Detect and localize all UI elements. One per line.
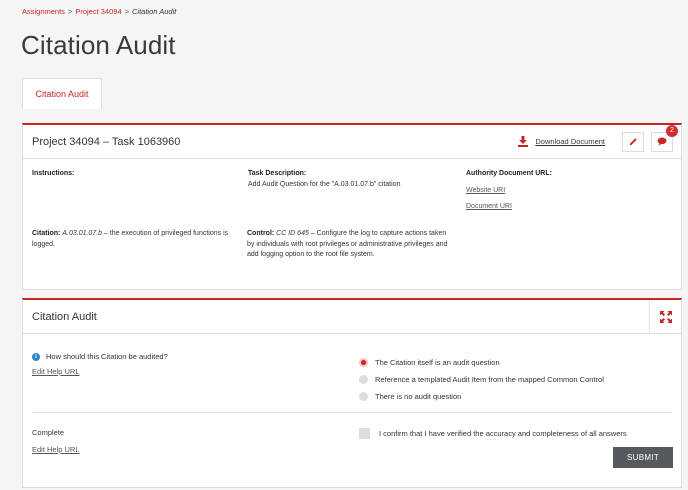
citation-label: Citation: [32,230,61,237]
task-description-label: Task Description: [248,170,307,177]
complete-block: Complete Edit Help URL [32,428,80,454]
control-cell: Control: CC ID 645 – Configure the log t… [247,229,449,261]
breadcrumb-separator: > [67,7,73,16]
document-uri-link[interactable]: Document URI [466,202,666,213]
confirm-label: I confirm that I have verified the accur… [379,429,627,438]
task-card-title: Project 34094 – Task 1063960 [32,135,181,148]
citation-cell: Citation: A.03.01.07.b – the execution o… [32,229,240,250]
radio-button[interactable] [359,375,368,384]
task-description-value: Add Audit Question for the "A.03.01.07.b… [248,180,401,188]
comment-icon [657,137,667,146]
edit-help-url-link[interactable]: Edit Help URL [32,367,168,376]
info-icon[interactable]: i [32,352,40,361]
control-label: Control: [247,230,275,237]
question-row: i How should this Citation be audited? [32,352,168,361]
confirm-checkbox[interactable] [359,428,370,439]
citation-id: A.03.01.07.b [62,230,103,237]
comments-count-badge: 2 [666,124,678,137]
tab-label: Citation Audit [35,89,89,99]
citation-audit-card: Citation Audit i How should this Citatio… [22,298,682,488]
download-label: Download Document [535,137,605,146]
complete-label: Complete [32,428,65,437]
edit-help-url-link[interactable]: Edit Help URL [32,445,80,454]
breadcrumb-separator: > [124,7,130,16]
audit-card-header: Citation Audit [23,300,681,334]
task-card-header: Project 34094 – Task 1063960 Download Do… [23,124,681,159]
radio-button[interactable] [359,392,368,401]
confirm-row[interactable]: I confirm that I have verified the accur… [359,428,627,439]
radio-option[interactable]: The Citation itself is an audit question [359,354,604,371]
section-divider [32,412,672,413]
tab-citation-audit[interactable]: Citation Audit [22,78,102,109]
radio-label: Reference a templated Audit Item from th… [375,375,604,384]
authority-cell: Authority Document URL: Website URI Docu… [466,169,666,213]
task-info-grid: Instructions: Task Description: Add Audi… [23,159,681,290]
radio-label: The Citation itself is an audit question [375,358,500,367]
audit-body: i How should this Citation be audited? E… [23,334,681,488]
question-label: How should this Citation be audited? [46,352,168,361]
pencil-icon [629,138,637,146]
expand-button[interactable] [649,300,681,334]
instructions-label: Instructions: [32,170,75,177]
website-uri-link[interactable]: Website URI [466,186,666,197]
breadcrumb-current: Citation Audit [132,7,177,16]
radio-button[interactable] [359,358,368,367]
audit-card-title: Citation Audit [32,310,97,323]
expand-arrows-icon [659,311,672,323]
radio-label: There is no audit question [375,392,462,401]
breadcrumb-project[interactable]: Project 34094 [75,7,121,16]
edit-button[interactable] [622,131,644,152]
page-title: Citation Audit [21,30,176,60]
breadcrumb: Assignments > Project 34094 > Citation Audit [22,7,176,16]
radio-option[interactable]: There is no audit question [359,388,604,405]
audit-options: The Citation itself is an audit question… [359,354,604,405]
instructions-cell: Instructions: [32,169,74,180]
comments-button[interactable]: 2 [651,124,678,152]
breadcrumb-assignments[interactable]: Assignments [22,7,65,16]
download-icon [518,136,529,147]
task-description-cell: Task Description: Add Audit Question for… [248,169,448,190]
submit-button[interactable]: SUBMIT [613,447,673,468]
task-card: Project 34094 – Task 1063960 Download Do… [22,123,682,290]
radio-option[interactable]: Reference a templated Audit Item from th… [359,371,604,388]
download-document-link[interactable]: Download Document [518,136,605,147]
authority-label: Authority Document URL: [466,170,552,177]
control-id: CC ID 645 [276,230,309,237]
header-actions: Download Document 2 [518,124,678,152]
question-block: i How should this Citation be audited? E… [32,352,168,376]
